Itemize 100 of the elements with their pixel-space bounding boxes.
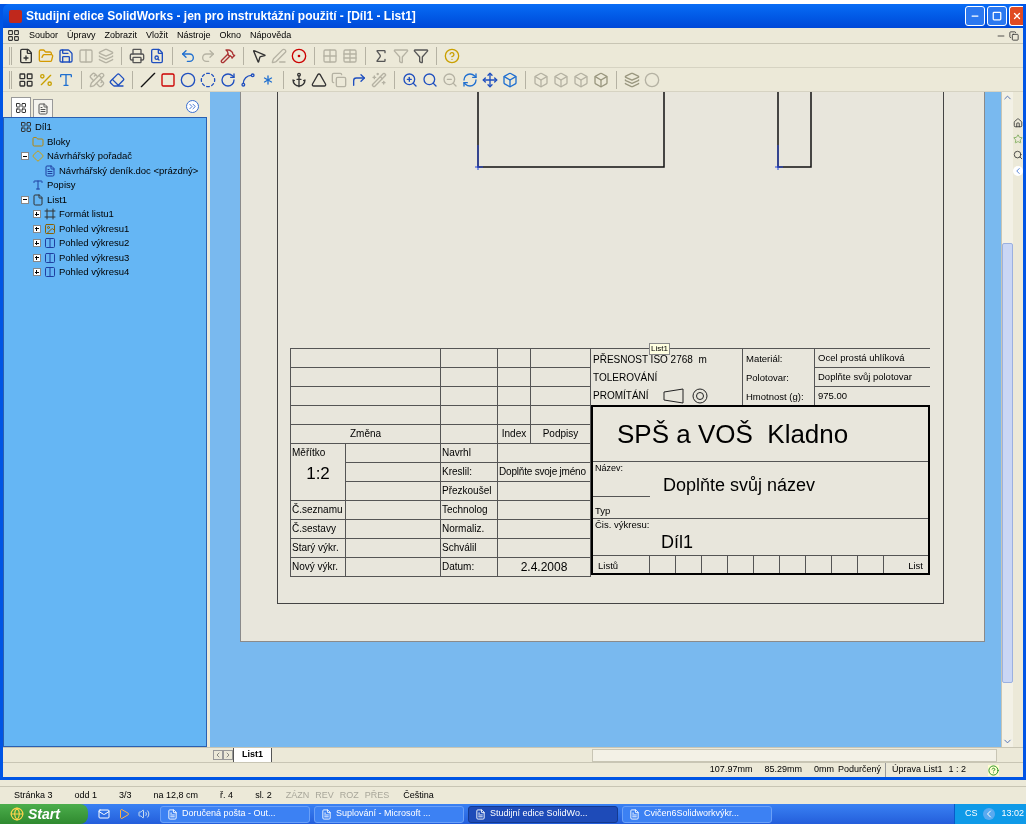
minimize-button[interactable] bbox=[965, 6, 985, 26]
pointer-icon[interactable] bbox=[251, 47, 267, 64]
help-icon[interactable] bbox=[988, 764, 999, 776]
taskbar-button[interactable]: Studijní edice SolidWo... bbox=[468, 805, 618, 823]
spline-icon[interactable] bbox=[240, 71, 256, 88]
tree-item[interactable]: Popisy bbox=[47, 178, 76, 193]
text-style-icon[interactable] bbox=[58, 71, 74, 88]
clock: 13:02 bbox=[1001, 807, 1024, 821]
scrollbar-thumb[interactable] bbox=[1002, 243, 1013, 683]
table-cell bbox=[441, 368, 498, 387]
menu-item[interactable]: Nástroje bbox=[177, 28, 211, 43]
tree-item[interactable]: Návrhářský deník.doc <prázdný> bbox=[59, 163, 199, 178]
expand-panel-icon[interactable] bbox=[186, 100, 199, 113]
coordinate-x: 107.97mm bbox=[709, 763, 753, 777]
cube-icon[interactable] bbox=[502, 71, 518, 88]
arc-icon[interactable] bbox=[220, 71, 236, 88]
start-button[interactable]: Start bbox=[0, 804, 88, 824]
window-icon bbox=[475, 808, 486, 820]
collapse-toggle[interactable] bbox=[20, 195, 29, 204]
restore-icon[interactable] bbox=[1009, 30, 1019, 41]
tab-scroll-left-icon[interactable] bbox=[213, 750, 223, 760]
anchor-icon[interactable] bbox=[291, 71, 307, 88]
circle-icon[interactable] bbox=[180, 71, 196, 88]
arc-icon[interactable] bbox=[200, 71, 216, 88]
layout-icon[interactable] bbox=[18, 71, 34, 88]
eraser-icon[interactable] bbox=[109, 71, 125, 88]
maximize-icon bbox=[992, 11, 1002, 21]
status-item: odd 1 bbox=[74, 788, 98, 802]
binder-icon bbox=[32, 150, 44, 163]
pan-icon[interactable] bbox=[482, 71, 498, 88]
field-label: Starý výkr. bbox=[291, 539, 346, 558]
zoom-in-icon[interactable] bbox=[402, 71, 418, 88]
taskbar-button[interactable]: Doručená pošta - Out... bbox=[160, 805, 310, 823]
tree-item[interactable]: Formát listu1 bbox=[59, 207, 114, 222]
undo-icon[interactable] bbox=[180, 47, 196, 64]
line-icon[interactable] bbox=[140, 71, 156, 88]
expand-toggle[interactable] bbox=[32, 253, 41, 262]
triangle-icon[interactable] bbox=[311, 71, 327, 88]
search-icon[interactable] bbox=[1013, 150, 1023, 160]
property-tab[interactable] bbox=[33, 99, 53, 117]
expand-toggle[interactable] bbox=[32, 224, 41, 233]
table-cell bbox=[441, 387, 498, 406]
horizontal-scrollbar[interactable] bbox=[592, 748, 997, 762]
menu-item[interactable]: Nápověda bbox=[250, 28, 292, 43]
menu-item[interactable]: Zobrazit bbox=[104, 28, 138, 43]
maximize-button[interactable] bbox=[987, 6, 1007, 26]
field-label: Nový výkr. bbox=[291, 558, 346, 577]
menu-item[interactable]: Vložit bbox=[146, 28, 169, 43]
corner-icon[interactable] bbox=[351, 71, 367, 88]
printer-icon[interactable] bbox=[129, 47, 145, 64]
tree-item[interactable]: Návrhářský pořadač bbox=[47, 149, 132, 164]
status-item: ř. 4 bbox=[220, 788, 234, 802]
media-player-icon[interactable] bbox=[118, 808, 130, 820]
scale-value: 1:2 bbox=[305, 463, 331, 485]
expand-toggle[interactable] bbox=[32, 239, 41, 248]
field-label: Datum: bbox=[441, 558, 498, 577]
expand-toggle[interactable] bbox=[32, 210, 41, 219]
rectangle-icon[interactable] bbox=[160, 71, 176, 88]
sheet-icon bbox=[32, 193, 44, 206]
funnel-icon[interactable] bbox=[413, 47, 429, 64]
close-icon bbox=[1011, 11, 1022, 21]
table-cell bbox=[498, 406, 531, 425]
menu-item[interactable]: Úpravy bbox=[67, 28, 96, 43]
taskbar-button[interactable]: Cvičen6Solidworkvýkr... bbox=[622, 805, 772, 823]
view-icon bbox=[44, 266, 56, 279]
house-icon[interactable] bbox=[1013, 118, 1023, 128]
field-label: Navrhl bbox=[441, 444, 498, 463]
tab-scroll-right-icon[interactable] bbox=[223, 750, 233, 760]
tree-item[interactable]: List1 bbox=[47, 192, 68, 207]
taskbar-button[interactable]: Suplování - Microsoft ... bbox=[314, 805, 464, 823]
table-cell bbox=[531, 387, 591, 406]
table-cell bbox=[498, 387, 531, 406]
hammer-icon[interactable] bbox=[220, 47, 236, 64]
field-value: 2.4.2008 bbox=[498, 558, 591, 577]
tree-item[interactable]: Pohled výkresu2 bbox=[59, 236, 130, 251]
new-page-icon[interactable] bbox=[18, 47, 34, 64]
sheet-tab[interactable]: List1 bbox=[233, 748, 272, 762]
zoom-area-icon[interactable] bbox=[422, 71, 438, 88]
shaded-cube-icon[interactable] bbox=[593, 71, 609, 88]
tree-item[interactable]: Pohled výkresu3 bbox=[59, 250, 130, 265]
sheets-label: Listů bbox=[598, 558, 619, 573]
print-preview-icon[interactable] bbox=[149, 47, 165, 64]
feature-tree-tab[interactable] bbox=[11, 97, 31, 117]
property-value: Ocel prostá uhlíková bbox=[818, 352, 905, 363]
tree-item[interactable]: Pohled výkresu4 bbox=[59, 265, 130, 280]
document-icon[interactable] bbox=[7, 29, 20, 42]
tree-item[interactable]: Pohled výkresu1 bbox=[59, 221, 130, 236]
menu-item[interactable]: Soubor bbox=[29, 28, 59, 43]
view-icon bbox=[44, 251, 56, 264]
menu-item[interactable]: Okno bbox=[219, 28, 242, 43]
tree-item[interactable]: Bloky bbox=[47, 134, 71, 149]
rotate-icon[interactable] bbox=[462, 71, 478, 88]
sigma-icon[interactable] bbox=[373, 47, 389, 64]
collapse-toggle[interactable] bbox=[20, 152, 29, 161]
close-button[interactable] bbox=[1009, 6, 1023, 26]
expand-toggle[interactable] bbox=[32, 268, 41, 277]
annotation-icon bbox=[32, 179, 44, 192]
layers-icon[interactable] bbox=[624, 71, 640, 88]
collapse-icon[interactable] bbox=[1013, 166, 1023, 176]
tree-item[interactable]: Díl1 bbox=[35, 120, 52, 135]
